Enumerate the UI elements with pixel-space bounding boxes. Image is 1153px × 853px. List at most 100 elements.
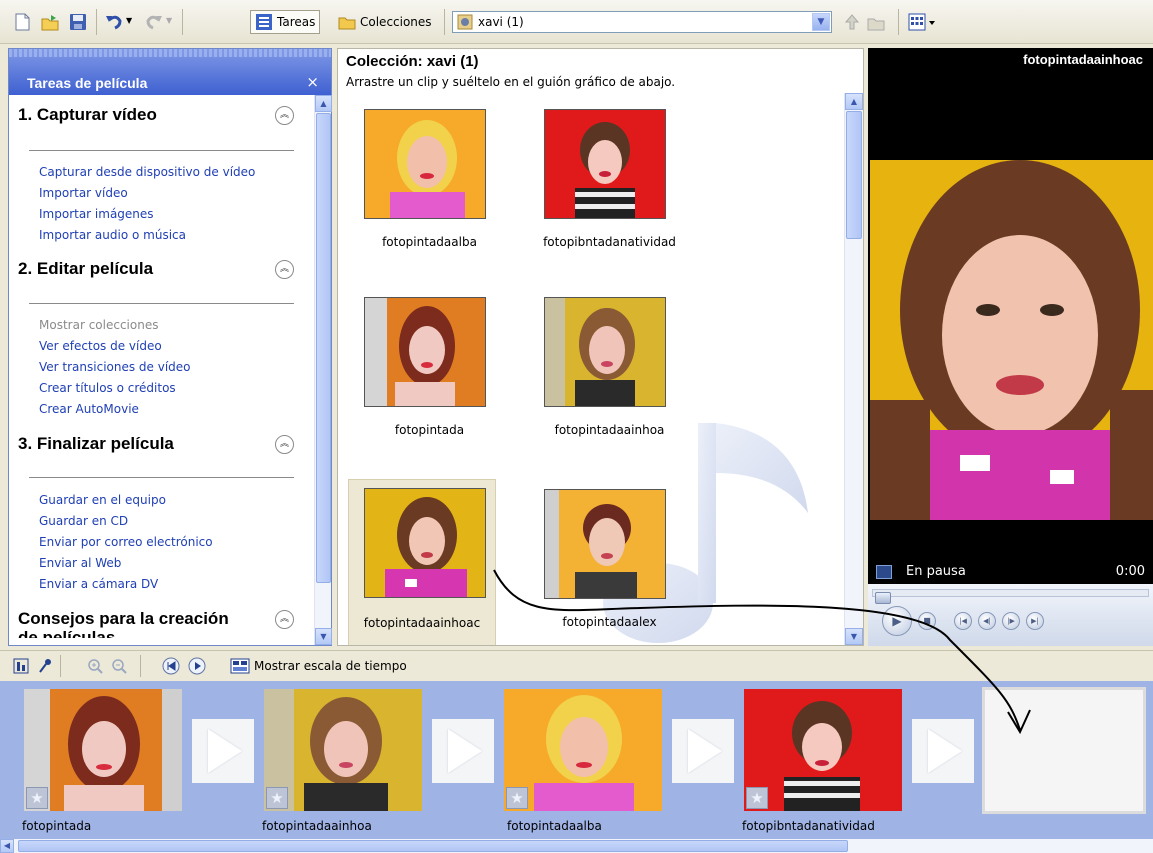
monitor-title: fotopintadaainhoac	[1023, 52, 1143, 67]
storyboard: ★ ★ ★ ★ fotopintada fotopintadaainhoa fo…	[0, 681, 1153, 839]
save-project-icon[interactable]	[68, 12, 88, 32]
undo-icon[interactable]	[104, 12, 124, 32]
collection-folder-icon	[457, 14, 473, 30]
collapse-icon[interactable]: ︽	[275, 435, 294, 454]
link-send-web[interactable]: Enviar al Web	[39, 556, 121, 570]
storyboard-label: fotopintadaainhoa	[262, 819, 372, 833]
link-import-video[interactable]: Importar vídeo	[39, 186, 128, 200]
stop-icon[interactable]: ■	[918, 612, 936, 630]
next-frame-icon[interactable]: ▶|	[1026, 612, 1044, 630]
clip-fotopintadaainhoac[interactable]: fotopintadaainhoac	[348, 479, 496, 645]
transition-slot[interactable]	[432, 719, 494, 783]
video-effect-star-icon[interactable]: ★	[746, 787, 768, 809]
close-icon[interactable]: ×	[306, 73, 319, 91]
collapse-icon[interactable]: ︽	[275, 106, 294, 125]
section-capture-title[interactable]: 1. Capturar vídeo	[18, 105, 157, 125]
clip-thumbnail	[364, 109, 486, 219]
video-effect-star-icon[interactable]: ★	[506, 787, 528, 809]
collapse-icon[interactable]: ︽	[275, 260, 294, 279]
clip-label: fotopintadaalex	[562, 615, 657, 629]
storyboard-empty-slot[interactable]	[982, 687, 1146, 814]
clip-fotopintada[interactable]: fotopintada	[342, 287, 490, 461]
seek-thumb[interactable]	[875, 592, 891, 604]
collections-icon	[338, 17, 356, 30]
show-timeline-label: Mostrar escala de tiempo	[254, 659, 407, 673]
link-save-cd[interactable]: Guardar en CD	[39, 514, 128, 528]
fullscreen-icon[interactable]	[876, 565, 892, 579]
playback-controls: ▶ ■ |◀ ◀| |▶ ▶|	[868, 584, 1153, 646]
play-storyboard-icon[interactable]	[188, 657, 206, 675]
storyboard-frame-fotopibntadanatividad[interactable]: ★	[744, 689, 902, 811]
link-send-email[interactable]: Enviar por correo electrónico	[39, 535, 213, 549]
task-pane-header: Tareas de película ×	[9, 49, 331, 95]
transition-slot[interactable]	[192, 719, 254, 783]
storyboard-frame-fotopintada[interactable]: ★	[24, 689, 182, 811]
zoom-out-icon	[110, 657, 128, 675]
clip-fotopibntadanatividad[interactable]: fotopibntadanatividad	[522, 99, 676, 273]
section-finish-title[interactable]: 3. Finalizar película	[18, 434, 174, 454]
scroll-down-icon[interactable]: ▼	[845, 628, 863, 645]
seek-bar[interactable]	[872, 589, 1149, 604]
link-import-audio[interactable]: Importar audio o música	[39, 228, 186, 242]
collection-dropdown[interactable]: xavi (1) ▼	[452, 11, 832, 33]
scroll-left-icon[interactable]: ◀	[0, 839, 14, 853]
clip-label: fotopintadaalba	[382, 235, 477, 249]
playback-status: En pausa	[906, 564, 966, 579]
storyboard-frame-fotopintadaalba[interactable]: ★	[504, 689, 662, 811]
collection-scrollbar[interactable]: ▲ ▼	[844, 93, 863, 645]
section-tips-title[interactable]: Consejos para la creación de películas	[18, 609, 229, 638]
storyboard-scrollbar[interactable]: ◀	[0, 839, 1153, 853]
scroll-thumb[interactable]	[18, 840, 848, 852]
collection-hint: Arrastre un clip y suéltelo en el guión …	[346, 75, 676, 89]
link-video-transitions[interactable]: Ver transiciones de vídeo	[39, 360, 191, 374]
link-automovie[interactable]: Crear AutoMovie	[39, 402, 139, 416]
previous-frame-icon[interactable]: |◀	[954, 612, 972, 630]
task-pane-scrollbar[interactable]: ▲ ▼	[314, 95, 332, 645]
undo-dropdown-icon[interactable]: ▼	[126, 12, 136, 32]
clip-fotopintadaalex[interactable]: fotopintadaalex	[522, 479, 670, 645]
scroll-up-icon[interactable]: ▲	[315, 95, 332, 112]
narrate-icon[interactable]	[36, 657, 54, 675]
link-titles-credits[interactable]: Crear títulos o créditos	[39, 381, 176, 395]
scroll-thumb[interactable]	[846, 111, 862, 239]
preview-image	[870, 160, 1153, 520]
clip-fotopintadaainhoa[interactable]: fotopintadaainhoa	[522, 287, 670, 461]
scroll-down-icon[interactable]: ▼	[315, 628, 332, 645]
forward-icon[interactable]: |▶	[1002, 612, 1020, 630]
new-project-icon[interactable]	[12, 12, 32, 32]
section-tips-title-line1: Consejos para la creación	[18, 609, 229, 628]
collection-title: Colección: xavi (1)	[346, 53, 479, 70]
transition-slot[interactable]	[912, 719, 974, 783]
video-effect-star-icon[interactable]: ★	[266, 787, 288, 809]
video-effect-star-icon[interactable]: ★	[26, 787, 48, 809]
link-send-dv-camera[interactable]: Enviar a cámara DV	[39, 577, 158, 591]
chevron-down-icon[interactable]: ▼	[812, 13, 830, 31]
collapse-icon[interactable]: ︽	[275, 610, 294, 629]
new-collection-icon	[866, 12, 886, 32]
play-icon[interactable]: ▶	[882, 606, 912, 636]
link-capture-device[interactable]: Capturar desde dispositivo de vídeo	[39, 165, 255, 179]
scroll-up-icon[interactable]: ▲	[845, 93, 863, 110]
rewind-icon[interactable]: ◀|	[978, 612, 996, 630]
open-project-icon[interactable]	[40, 12, 60, 32]
link-video-effects[interactable]: Ver efectos de vídeo	[39, 339, 162, 353]
transition-slot[interactable]	[672, 719, 734, 783]
preview-monitor: fotopintadaainhoac En pausa 0:00 ▶ ■ |◀ …	[868, 48, 1153, 646]
redo-icon[interactable]	[144, 12, 164, 32]
clip-fotopintadaalba[interactable]: fotopintadaalba	[342, 99, 490, 273]
tasks-icon	[256, 14, 272, 30]
section-edit-title[interactable]: 2. Editar película	[18, 259, 153, 279]
tasks-button[interactable]: Tareas	[250, 10, 321, 34]
views-icon[interactable]	[908, 12, 938, 32]
link-save-computer[interactable]: Guardar en el equipo	[39, 493, 166, 507]
scroll-thumb[interactable]	[316, 113, 331, 583]
storyboard-frame-fotopintadaainhoa[interactable]: ★	[264, 689, 422, 811]
collections-button[interactable]: Colecciones	[334, 10, 436, 34]
set-audio-levels-icon[interactable]	[12, 657, 30, 675]
rewind-storyboard-icon[interactable]	[162, 657, 180, 675]
task-pane-title: Tareas de película	[27, 75, 148, 91]
section-tips-title-line2: de películas	[18, 628, 116, 638]
show-timeline-button[interactable]: Mostrar escala de tiempo	[230, 657, 407, 675]
link-import-images[interactable]: Importar imágenes	[39, 207, 154, 221]
monitor-status-bar: En pausa 0:00	[868, 560, 1153, 584]
